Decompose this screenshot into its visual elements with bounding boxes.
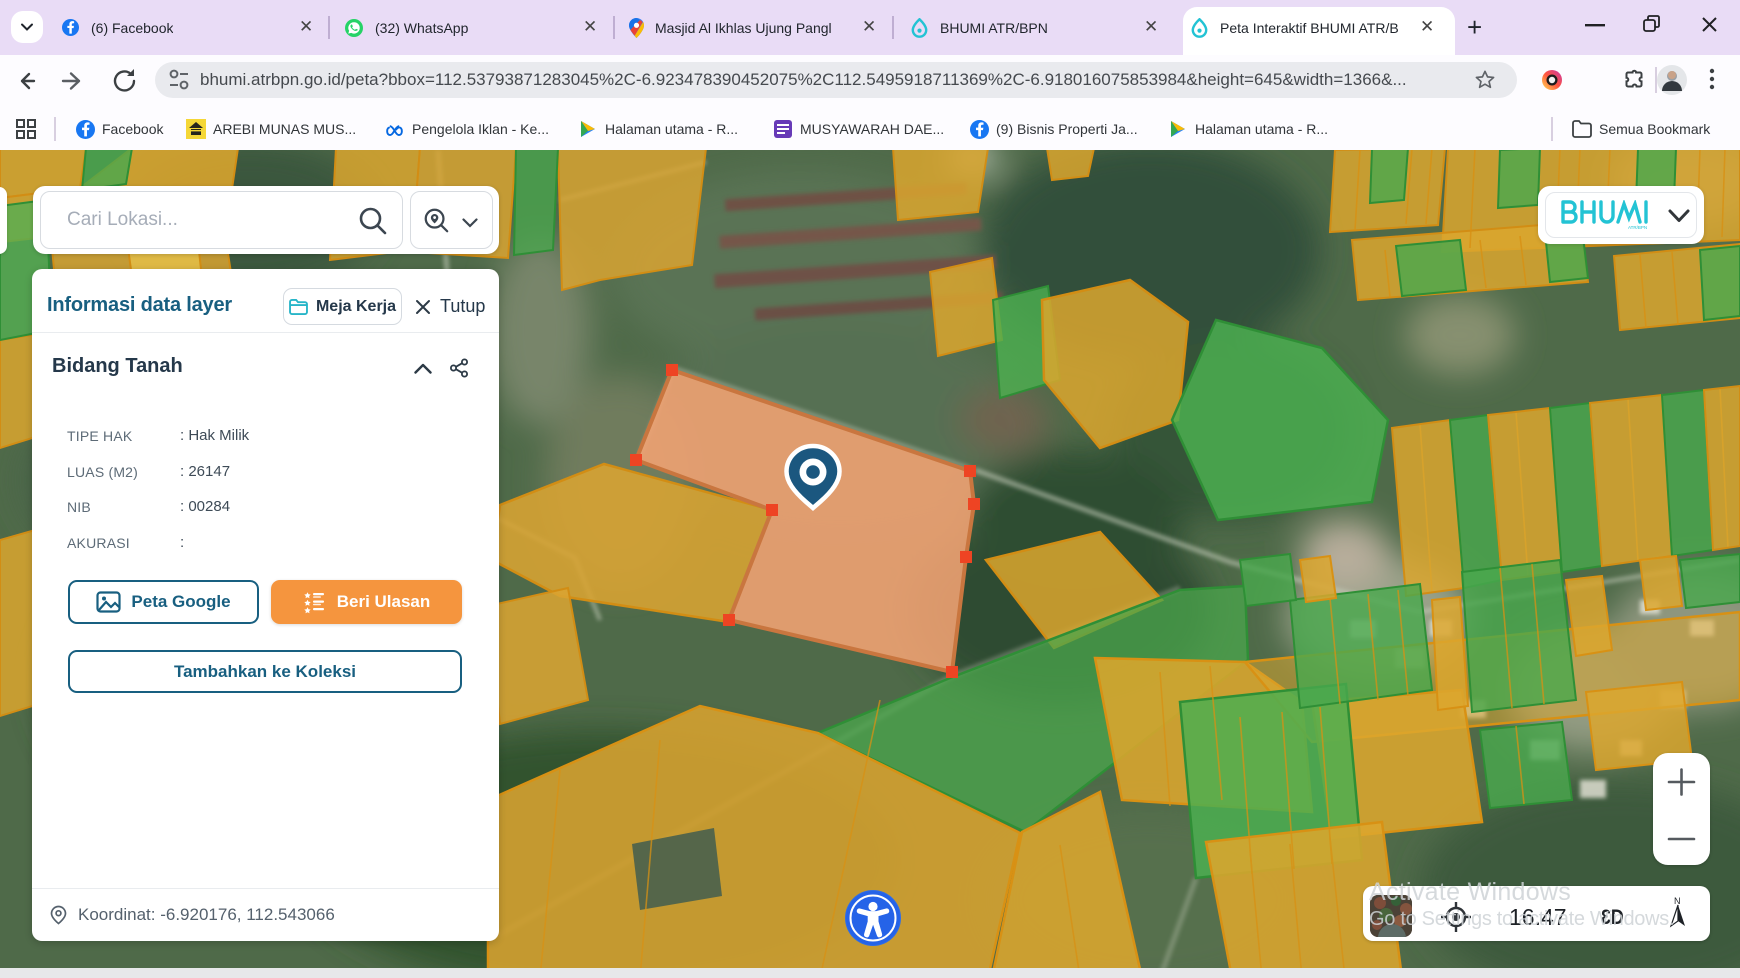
svg-text:N: N xyxy=(1674,896,1681,906)
svg-text:ATR/BPN: ATR/BPN xyxy=(1628,225,1647,230)
